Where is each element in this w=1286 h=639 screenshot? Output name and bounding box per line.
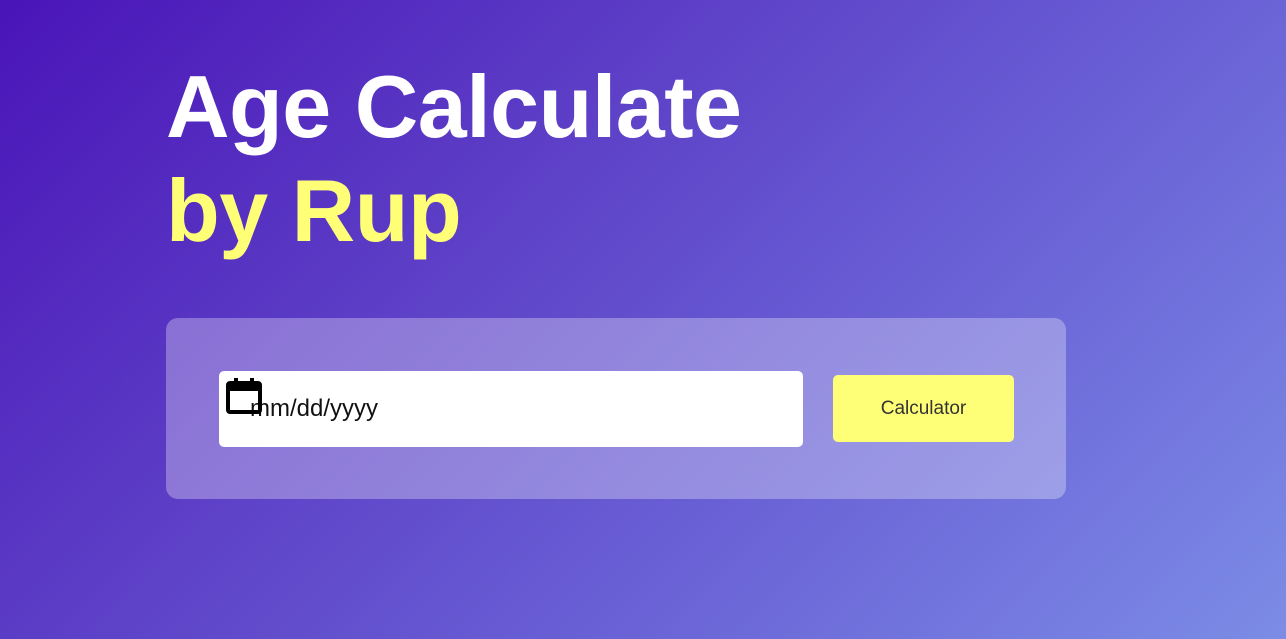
calendar-icon[interactable] <box>226 377 262 415</box>
title-line-2: by Rup <box>166 161 462 260</box>
date-field-container <box>219 371 803 447</box>
page-title: Age Calculate by Rup <box>166 55 742 263</box>
title-line-1: Age Calculate <box>166 57 742 156</box>
age-form-card: Calculator <box>166 318 1066 499</box>
birth-date-input[interactable] <box>219 371 803 447</box>
calculate-button[interactable]: Calculator <box>833 375 1014 442</box>
